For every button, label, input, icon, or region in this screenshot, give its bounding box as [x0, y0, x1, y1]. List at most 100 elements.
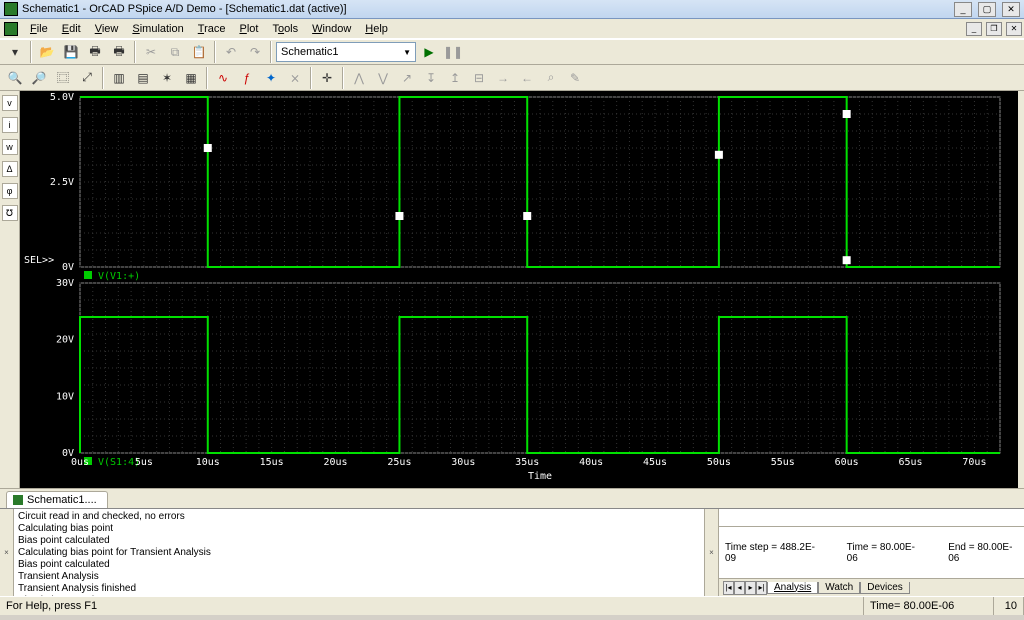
- info-tabstrip: |◂ ◂ ▸ ▸| Analysis Watch Devices: [719, 578, 1024, 596]
- redo-button[interactable]: ↷: [244, 41, 266, 63]
- window-title: Schematic1 - OrCAD PSpice A/D Demo - [Sc…: [22, 3, 347, 15]
- mdi-restore-button[interactable]: ❐: [986, 22, 1002, 36]
- mdi-minimize-button[interactable]: _: [966, 22, 982, 36]
- mdi-close-button[interactable]: ✕: [1006, 22, 1022, 36]
- svg-text:30V: 30V: [56, 278, 74, 289]
- svg-text:10us: 10us: [196, 457, 220, 468]
- svg-text:55us: 55us: [771, 457, 795, 468]
- info-tab-watch[interactable]: Watch: [818, 582, 860, 594]
- document-tabstrip: Schematic1....: [0, 488, 1024, 508]
- status-bar: For Help, press F1 Time= 80.00E-06 10: [0, 596, 1024, 615]
- info-tab-last[interactable]: ▸|: [756, 581, 767, 595]
- pause-button[interactable]: ❚❚: [442, 41, 464, 63]
- undo-button[interactable]: ↶: [220, 41, 242, 63]
- info-tab-analysis[interactable]: Analysis: [767, 582, 818, 594]
- cursor-search-button[interactable]: ⌕: [540, 67, 562, 89]
- close-button[interactable]: ✕: [1002, 2, 1020, 17]
- add-trace-button[interactable]: ∿: [212, 67, 234, 89]
- cut-button[interactable]: ✂: [140, 41, 162, 63]
- cursor-point-button[interactable]: ⊟: [468, 67, 490, 89]
- copy-button[interactable]: ⧉: [164, 41, 186, 63]
- info-tab-first[interactable]: |◂: [723, 581, 734, 595]
- maximize-button[interactable]: ▢: [978, 2, 996, 17]
- del-trace-button[interactable]: ⨯: [284, 67, 306, 89]
- cursor-next-button[interactable]: →: [492, 67, 514, 89]
- menu-window[interactable]: Window: [306, 21, 357, 37]
- perf-button[interactable]: ▦: [180, 67, 202, 89]
- output-row: × Circuit read in and checked, no errors…: [0, 508, 1024, 596]
- menu-tools[interactable]: Tools: [266, 21, 304, 37]
- menu-help[interactable]: Help: [359, 21, 394, 37]
- app-icon: [4, 2, 18, 16]
- simulation-info-panel: Time step = 488.2E-09 Time = 80.00E-06 E…: [719, 509, 1024, 596]
- cursor-label-button[interactable]: ✎: [564, 67, 586, 89]
- svg-text:40us: 40us: [579, 457, 603, 468]
- log-line: Transient Analysis finished: [18, 583, 700, 595]
- svg-text:25us: 25us: [387, 457, 411, 468]
- cursor-toggle-button[interactable]: ✛: [316, 67, 338, 89]
- menu-edit[interactable]: Edit: [56, 21, 87, 37]
- plot-vertical-scrollbar[interactable]: [1018, 91, 1024, 488]
- cursor-trough-button[interactable]: ⋁: [372, 67, 394, 89]
- cursor-peak-button[interactable]: ⋀: [348, 67, 370, 89]
- output-gutter-left[interactable]: ×: [0, 509, 14, 596]
- mdi-icon: [4, 22, 18, 36]
- cursor-min-button[interactable]: ↧: [420, 67, 442, 89]
- run-button[interactable]: ▶: [418, 41, 440, 63]
- menu-plot[interactable]: Plot: [233, 21, 264, 37]
- log-y-button[interactable]: ▤: [132, 67, 154, 89]
- status-pct: 10: [994, 597, 1024, 615]
- plot-area[interactable]: 0V2.5V5.0VSEL>>V(V1:+)0V10V20V30VV(S1:4)…: [20, 91, 1024, 488]
- info-tab-devices[interactable]: Devices: [860, 582, 910, 594]
- marker-button[interactable]: ✦: [260, 67, 282, 89]
- cursor-slope-button[interactable]: ↗: [396, 67, 418, 89]
- simulation-profile-select[interactable]: Schematic1 ▼: [276, 42, 416, 62]
- menu-view[interactable]: View: [89, 21, 125, 37]
- minimize-button[interactable]: _: [954, 2, 972, 17]
- dropdown-icon: ▼: [403, 48, 411, 57]
- svg-text:2.5V: 2.5V: [50, 177, 74, 188]
- svg-text:45us: 45us: [643, 457, 667, 468]
- svg-text:15us: 15us: [260, 457, 284, 468]
- svg-text:50us: 50us: [707, 457, 731, 468]
- tool-v-marker[interactable]: v: [2, 95, 18, 111]
- zoom-fit-icon[interactable]: ⤢: [76, 67, 98, 89]
- time-step-readout: Time step = 488.2E-09: [725, 542, 819, 564]
- info-tab-next[interactable]: ▸: [745, 581, 756, 595]
- zoom-in-icon[interactable]: 🔍: [4, 67, 26, 89]
- log-line: Circuit read in and checked, no errors: [18, 511, 700, 523]
- output-log[interactable]: Circuit read in and checked, no errorsCa…: [14, 509, 705, 596]
- zoom-area-icon[interactable]: ⿴: [52, 67, 74, 89]
- tool-vphase-marker[interactable]: φ: [2, 183, 18, 199]
- tool-db-marker[interactable]: ℧: [2, 205, 18, 221]
- log-line: Calculating bias point for Transient Ana…: [18, 547, 700, 559]
- output-gutter-mid[interactable]: ×: [705, 509, 719, 596]
- document-tab-schematic1[interactable]: Schematic1....: [6, 491, 108, 508]
- log-x-button[interactable]: ▥: [108, 67, 130, 89]
- cursor-prev-button[interactable]: ←: [516, 67, 538, 89]
- fft-button[interactable]: ✶: [156, 67, 178, 89]
- time-readout: Time = 80.00E-06: [847, 542, 921, 564]
- paste-button[interactable]: 📋: [188, 41, 210, 63]
- main-toolbar: ▾ 📂 💾 🖶 🖶 ✂ ⧉ 📋 ↶ ↷ Schematic1 ▼ ▶ ❚❚: [0, 39, 1024, 65]
- zoom-out-icon[interactable]: 🔎: [28, 67, 50, 89]
- menu-simulation[interactable]: Simulation: [126, 21, 189, 37]
- print-preview-button[interactable]: 🖶: [108, 41, 130, 63]
- tool-vdiff-marker[interactable]: Δ: [2, 161, 18, 177]
- cursor-max-button[interactable]: ↥: [444, 67, 466, 89]
- tool-i-marker[interactable]: i: [2, 117, 18, 133]
- info-tab-prev[interactable]: ◂: [734, 581, 745, 595]
- tool-w-marker[interactable]: w: [2, 139, 18, 155]
- menu-trace[interactable]: Trace: [192, 21, 232, 37]
- svg-text:Time: Time: [528, 471, 552, 482]
- print-button[interactable]: 🖶: [84, 41, 106, 63]
- svg-text:0us: 0us: [71, 457, 89, 468]
- new-button[interactable]: ▾: [4, 41, 26, 63]
- svg-text:60us: 60us: [835, 457, 859, 468]
- eval-goal-button[interactable]: ƒ: [236, 67, 258, 89]
- open-button[interactable]: 📂: [36, 41, 58, 63]
- menu-file[interactable]: File: [24, 21, 54, 37]
- save-button[interactable]: 💾: [60, 41, 82, 63]
- status-help: For Help, press F1: [0, 597, 864, 615]
- log-line: Calculating bias point: [18, 523, 700, 535]
